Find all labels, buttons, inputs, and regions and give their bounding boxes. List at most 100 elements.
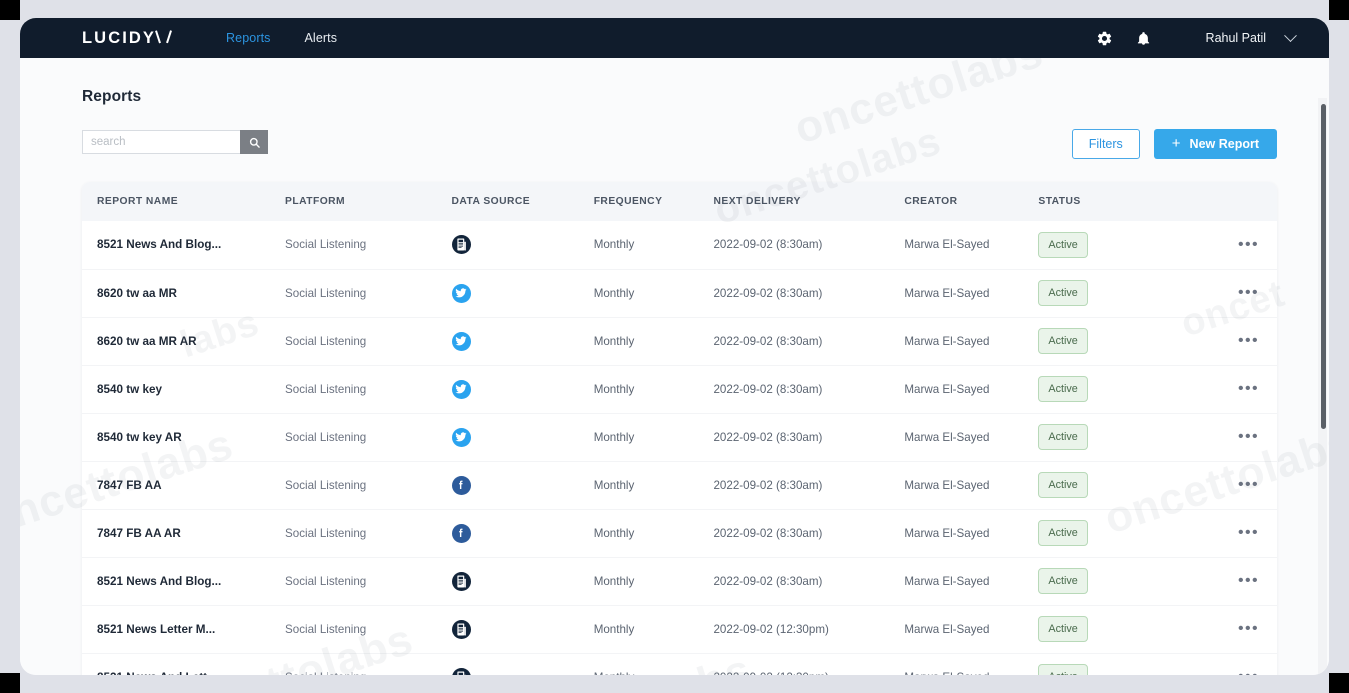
column-header-report-name[interactable]: REPORT NAME bbox=[82, 182, 285, 221]
ellipsis-icon[interactable]: ••• bbox=[1238, 237, 1259, 253]
news-icon bbox=[452, 235, 471, 254]
cell-actions: ••• bbox=[1181, 365, 1277, 413]
cell-report-name[interactable]: 8620 tw aa MR bbox=[82, 269, 285, 317]
logo-text: LUCIDY bbox=[82, 29, 156, 48]
ellipsis-icon[interactable]: ••• bbox=[1238, 429, 1259, 445]
cell-report-name[interactable]: 8540 tw key bbox=[82, 365, 285, 413]
ellipsis-icon[interactable]: ••• bbox=[1238, 381, 1259, 397]
table-row[interactable]: 8620 tw aa MRSocial ListeningMonthly2022… bbox=[82, 269, 1277, 317]
cell-creator: Marwa El-Sayed bbox=[904, 653, 1038, 675]
gear-icon[interactable] bbox=[1095, 29, 1114, 48]
cell-platform: Social Listening bbox=[285, 317, 452, 365]
cell-status: Active bbox=[1038, 317, 1180, 365]
nav-link-alerts[interactable]: Alerts bbox=[305, 31, 338, 45]
cell-report-name[interactable]: 7847 FB AA bbox=[82, 461, 285, 509]
cell-report-name[interactable]: 8521 News And Blog... bbox=[82, 221, 285, 269]
cell-status: Active bbox=[1038, 413, 1180, 461]
ellipsis-icon[interactable]: ••• bbox=[1238, 477, 1259, 493]
news-icon bbox=[452, 668, 471, 675]
nav-link-reports[interactable]: Reports bbox=[226, 31, 270, 45]
vertical-scrollbar-thumb[interactable] bbox=[1321, 104, 1326, 429]
news-icon bbox=[452, 620, 471, 639]
reports-table-card: REPORT NAME PLATFORM DATA SOURCE FREQUEN… bbox=[82, 182, 1277, 675]
table-row[interactable]: 8540 tw key ARSocial ListeningMonthly202… bbox=[82, 413, 1277, 461]
news-icon bbox=[452, 572, 471, 591]
cell-frequency: Monthly bbox=[594, 653, 714, 675]
user-menu[interactable]: Rahul Patil bbox=[1206, 31, 1295, 45]
column-header-frequency[interactable]: FREQUENCY bbox=[594, 182, 714, 221]
cell-data-source bbox=[452, 509, 594, 557]
ellipsis-icon[interactable]: ••• bbox=[1238, 573, 1259, 589]
table-row[interactable]: 8540 tw keySocial ListeningMonthly2022-0… bbox=[82, 365, 1277, 413]
cell-report-name[interactable]: 8521 News And Blog... bbox=[82, 557, 285, 605]
column-header-platform[interactable]: PLATFORM bbox=[285, 182, 452, 221]
table-header-row: REPORT NAME PLATFORM DATA SOURCE FREQUEN… bbox=[82, 182, 1277, 221]
new-report-button[interactable]: + New Report bbox=[1154, 129, 1277, 159]
twitter-icon bbox=[452, 284, 471, 303]
table-row[interactable]: 8521 News And Lett...Social ListeningMon… bbox=[82, 653, 1277, 675]
cell-actions: ••• bbox=[1181, 557, 1277, 605]
top-navigation-bar: LUCIDY Reports Alerts Rahul Patil bbox=[20, 18, 1329, 58]
status-badge: Active bbox=[1038, 424, 1087, 450]
cell-frequency: Monthly bbox=[594, 221, 714, 269]
chevron-down-icon[interactable] bbox=[1284, 29, 1297, 42]
cell-next-delivery: 2022-09-02 (8:30am) bbox=[713, 365, 904, 413]
cell-next-delivery: 2022-09-02 (12:30pm) bbox=[713, 653, 904, 675]
column-header-data-source[interactable]: DATA SOURCE bbox=[452, 182, 594, 221]
table-row[interactable]: 8620 tw aa MR ARSocial ListeningMonthly2… bbox=[82, 317, 1277, 365]
cell-next-delivery: 2022-09-02 (8:30am) bbox=[713, 221, 904, 269]
cell-creator: Marwa El-Sayed bbox=[904, 317, 1038, 365]
cell-actions: ••• bbox=[1181, 269, 1277, 317]
cell-actions: ••• bbox=[1181, 317, 1277, 365]
cell-report-name[interactable]: 8540 tw key AR bbox=[82, 413, 285, 461]
table-row[interactable]: 7847 FB AASocial ListeningMonthly2022-09… bbox=[82, 461, 1277, 509]
reports-table: REPORT NAME PLATFORM DATA SOURCE FREQUEN… bbox=[82, 182, 1277, 675]
cell-next-delivery: 2022-09-02 (8:30am) bbox=[713, 413, 904, 461]
cell-report-name[interactable]: 8620 tw aa MR AR bbox=[82, 317, 285, 365]
filters-button[interactable]: Filters bbox=[1072, 129, 1140, 159]
cell-platform: Social Listening bbox=[285, 413, 452, 461]
cell-creator: Marwa El-Sayed bbox=[904, 461, 1038, 509]
ellipsis-icon[interactable]: ••• bbox=[1238, 621, 1259, 637]
ellipsis-icon[interactable]: ••• bbox=[1238, 669, 1259, 675]
user-name: Rahul Patil bbox=[1206, 31, 1266, 45]
search-button[interactable] bbox=[240, 130, 268, 154]
table-row[interactable]: 7847 FB AA ARSocial ListeningMonthly2022… bbox=[82, 509, 1277, 557]
table-row[interactable]: 8521 News And Blog...Social ListeningMon… bbox=[82, 557, 1277, 605]
lucidya-logo[interactable]: LUCIDY bbox=[82, 29, 169, 48]
column-header-next-delivery[interactable]: NEXT DELIVERY bbox=[713, 182, 904, 221]
cell-platform: Social Listening bbox=[285, 269, 452, 317]
cell-report-name[interactable]: 8521 News Letter M... bbox=[82, 605, 285, 653]
bell-icon[interactable] bbox=[1134, 29, 1153, 48]
column-header-actions bbox=[1181, 182, 1277, 221]
cell-platform: Social Listening bbox=[285, 365, 452, 413]
cell-creator: Marwa El-Sayed bbox=[904, 605, 1038, 653]
cell-status: Active bbox=[1038, 269, 1180, 317]
status-badge: Active bbox=[1038, 664, 1087, 675]
cell-data-source bbox=[452, 365, 594, 413]
cell-actions: ••• bbox=[1181, 413, 1277, 461]
search-input[interactable] bbox=[82, 130, 240, 154]
cell-frequency: Monthly bbox=[594, 317, 714, 365]
facebook-icon bbox=[452, 524, 471, 543]
ellipsis-icon[interactable]: ••• bbox=[1238, 333, 1259, 349]
cell-platform: Social Listening bbox=[285, 221, 452, 269]
cell-creator: Marwa El-Sayed bbox=[904, 413, 1038, 461]
column-header-creator[interactable]: CREATOR bbox=[904, 182, 1038, 221]
ellipsis-icon[interactable]: ••• bbox=[1238, 525, 1259, 541]
status-badge: Active bbox=[1038, 232, 1087, 258]
table-row[interactable]: 8521 News Letter M...Social ListeningMon… bbox=[82, 605, 1277, 653]
cell-data-source bbox=[452, 461, 594, 509]
ellipsis-icon[interactable]: ••• bbox=[1238, 285, 1259, 301]
status-badge: Active bbox=[1038, 376, 1087, 402]
status-badge: Active bbox=[1038, 472, 1087, 498]
cell-creator: Marwa El-Sayed bbox=[904, 557, 1038, 605]
twitter-icon bbox=[452, 332, 471, 351]
cell-data-source bbox=[452, 653, 594, 675]
table-row[interactable]: 8521 News And Blog...Social Listening Mon… bbox=[82, 221, 1277, 269]
toolbar: Filters + New Report bbox=[82, 124, 1277, 160]
column-header-status[interactable]: STATUS bbox=[1038, 182, 1180, 221]
cell-next-delivery: 2022-09-02 (8:30am) bbox=[713, 509, 904, 557]
cell-report-name[interactable]: 7847 FB AA AR bbox=[82, 509, 285, 557]
cell-report-name[interactable]: 8521 News And Lett... bbox=[82, 653, 285, 675]
